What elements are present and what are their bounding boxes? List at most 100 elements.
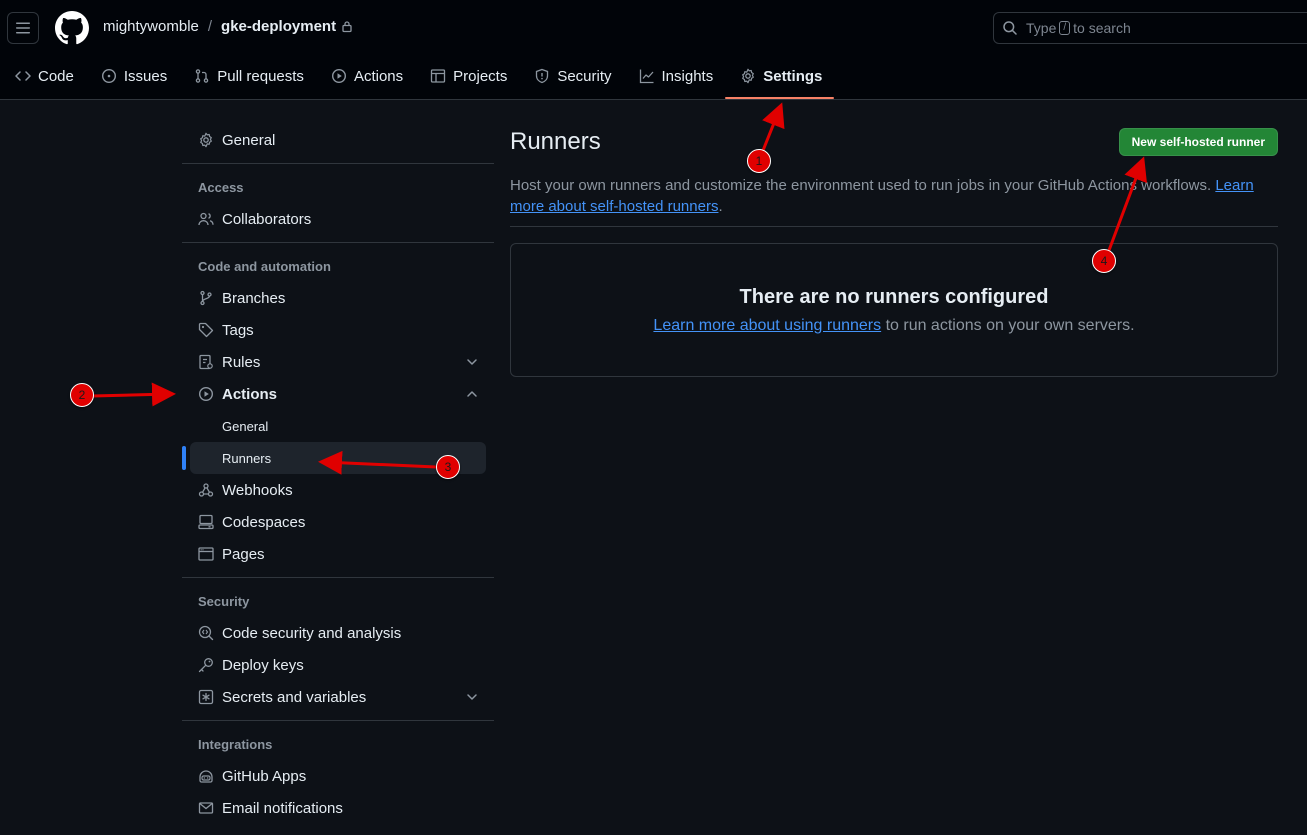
app-header: mightywomble / gke-deployment Type / to … <box>0 0 1307 100</box>
sidebar-item-label: Codespaces <box>222 513 306 531</box>
sidebar-item-label: Branches <box>222 289 286 307</box>
sidebar-item-collaborators[interactable]: Collaborators <box>182 203 494 235</box>
tab-label: Code <box>38 67 74 85</box>
sidebar-item-label: General <box>222 131 276 149</box>
active-indicator <box>182 446 186 470</box>
divider <box>182 163 494 164</box>
sidebar-item-actions[interactable]: Actions <box>182 378 494 410</box>
tab-label: Security <box>557 67 612 85</box>
divider <box>182 577 494 578</box>
tab-insights[interactable]: Insights <box>624 57 726 95</box>
tab-pull-requests[interactable]: Pull requests <box>179 57 316 95</box>
search-shortcut-key: / <box>1059 21 1071 35</box>
annotation-badge-4: 4 <box>1092 249 1116 273</box>
annotation-arrow-2 <box>90 382 176 407</box>
sidebar-item-label: Rules <box>222 353 261 371</box>
tab-security[interactable]: Security <box>519 57 623 95</box>
sidebar-item-deploy-keys[interactable]: Deploy keys <box>182 649 494 681</box>
runners-page: Runners New self-hosted runner Host your… <box>510 124 1278 377</box>
tab-label: Insights <box>661 67 714 85</box>
sidebar-subitem-actions-general[interactable]: General <box>182 410 494 442</box>
group-title-access: Access <box>198 179 244 195</box>
sidebar-item-secrets-variables[interactable]: Secrets and variables <box>182 681 494 713</box>
sidebar-item-pages[interactable]: Pages <box>182 538 494 570</box>
tab-code[interactable]: Code <box>0 57 86 95</box>
sidebar-item-email-notifications[interactable]: Email notifications <box>182 792 494 824</box>
repo-name-link[interactable]: gke-deployment <box>221 18 336 35</box>
sidebar-item-rules[interactable]: Rules <box>182 346 494 378</box>
group-title-integrations: Integrations <box>198 736 273 752</box>
sidebar-item-label: Collaborators <box>222 210 312 228</box>
repo-tabs: Code Issues Pull requests Actions Projec… <box>0 57 835 99</box>
tab-projects[interactable]: Projects <box>415 57 519 95</box>
empty-state: There are no runners configured Learn mo… <box>510 243 1278 377</box>
using-runners-link[interactable]: Learn more about using runners <box>653 317 881 334</box>
group-title-code-automation: Code and automation <box>198 258 331 274</box>
sidebar-item-label: Actions <box>222 385 278 403</box>
tab-label: Issues <box>123 67 168 85</box>
description-text: Host your own runners and customize the … <box>510 177 1212 194</box>
new-self-hosted-runner-button[interactable]: New self-hosted runner <box>1118 128 1278 156</box>
description-end: . <box>718 198 723 215</box>
tab-settings[interactable]: Settings <box>725 57 835 99</box>
sidebar-item-general[interactable]: General <box>182 124 494 156</box>
sidebar-item-tags[interactable]: Tags <box>182 314 494 346</box>
divider <box>182 720 494 721</box>
webhook-icon <box>198 483 214 497</box>
empty-state-title: There are no runners configured <box>739 285 1049 308</box>
sidebar-item-code-security[interactable]: Code security and analysis <box>182 617 494 649</box>
play-icon <box>331 68 346 84</box>
search-input[interactable]: Type / to search <box>993 12 1307 44</box>
menu-button[interactable] <box>7 12 39 44</box>
tag-icon <box>198 322 214 338</box>
sidebar-item-label: Email notifications <box>222 799 343 817</box>
branch-icon <box>200 290 212 306</box>
apps-icon <box>199 770 213 783</box>
divider <box>182 242 494 243</box>
group-title-security: Security <box>198 593 250 609</box>
chevron-down-icon[interactable] <box>466 356 478 368</box>
tab-label: Projects <box>453 67 508 85</box>
annotation-badge-1: 1 <box>747 149 771 173</box>
tab-label: Settings <box>763 67 823 85</box>
tab-label: Pull requests <box>217 67 304 85</box>
repo-owner-link[interactable]: mightywomble <box>103 18 199 35</box>
search-prefix: Type <box>1026 20 1057 36</box>
lock-icon <box>341 20 353 33</box>
tab-issues[interactable]: Issues <box>86 57 179 95</box>
rules-icon <box>199 354 213 370</box>
empty-state-text: Learn more about using runners to run ac… <box>653 317 1134 335</box>
chevron-up-icon[interactable] <box>466 388 478 400</box>
sidebar-item-github-apps[interactable]: GitHub Apps <box>182 760 494 792</box>
mail-icon <box>198 802 214 814</box>
sidebar-item-codespaces[interactable]: Codespaces <box>182 506 494 538</box>
sidebar-item-label: Secrets and variables <box>222 688 367 706</box>
breadcrumb: mightywomble / gke-deployment <box>103 18 353 35</box>
sidebar-item-label: General <box>222 418 269 434</box>
play-icon <box>198 386 214 402</box>
search-suffix: to search <box>1073 20 1131 36</box>
gear-icon <box>742 68 755 84</box>
empty-state-suffix: to run actions on your own servers. <box>881 316 1135 334</box>
sidebar-item-label: Deploy keys <box>222 656 304 674</box>
page-description: Host your own runners and customize the … <box>510 175 1278 227</box>
browser-icon <box>198 547 214 561</box>
sidebar-item-branches[interactable]: Branches <box>182 282 494 314</box>
search-icon <box>1003 21 1017 35</box>
chevron-down-icon[interactable] <box>466 691 478 703</box>
people-icon <box>198 212 214 226</box>
annotation-badge-3: 3 <box>436 455 460 479</box>
github-logo-icon[interactable] <box>55 11 89 45</box>
key-icon <box>198 658 213 673</box>
sidebar-item-label: Webhooks <box>222 481 293 499</box>
sidebar-item-label: Code security and analysis <box>222 624 402 642</box>
pull-request-icon <box>195 69 209 83</box>
issue-icon <box>101 68 116 84</box>
sidebar-item-label: Pages <box>222 545 265 563</box>
graph-icon <box>639 69 654 84</box>
table-icon <box>430 69 446 83</box>
tab-label: Actions <box>353 67 404 85</box>
sidebar-item-label: Runners <box>222 450 272 466</box>
tab-actions[interactable]: Actions <box>316 57 415 95</box>
codespaces-icon <box>198 514 214 530</box>
